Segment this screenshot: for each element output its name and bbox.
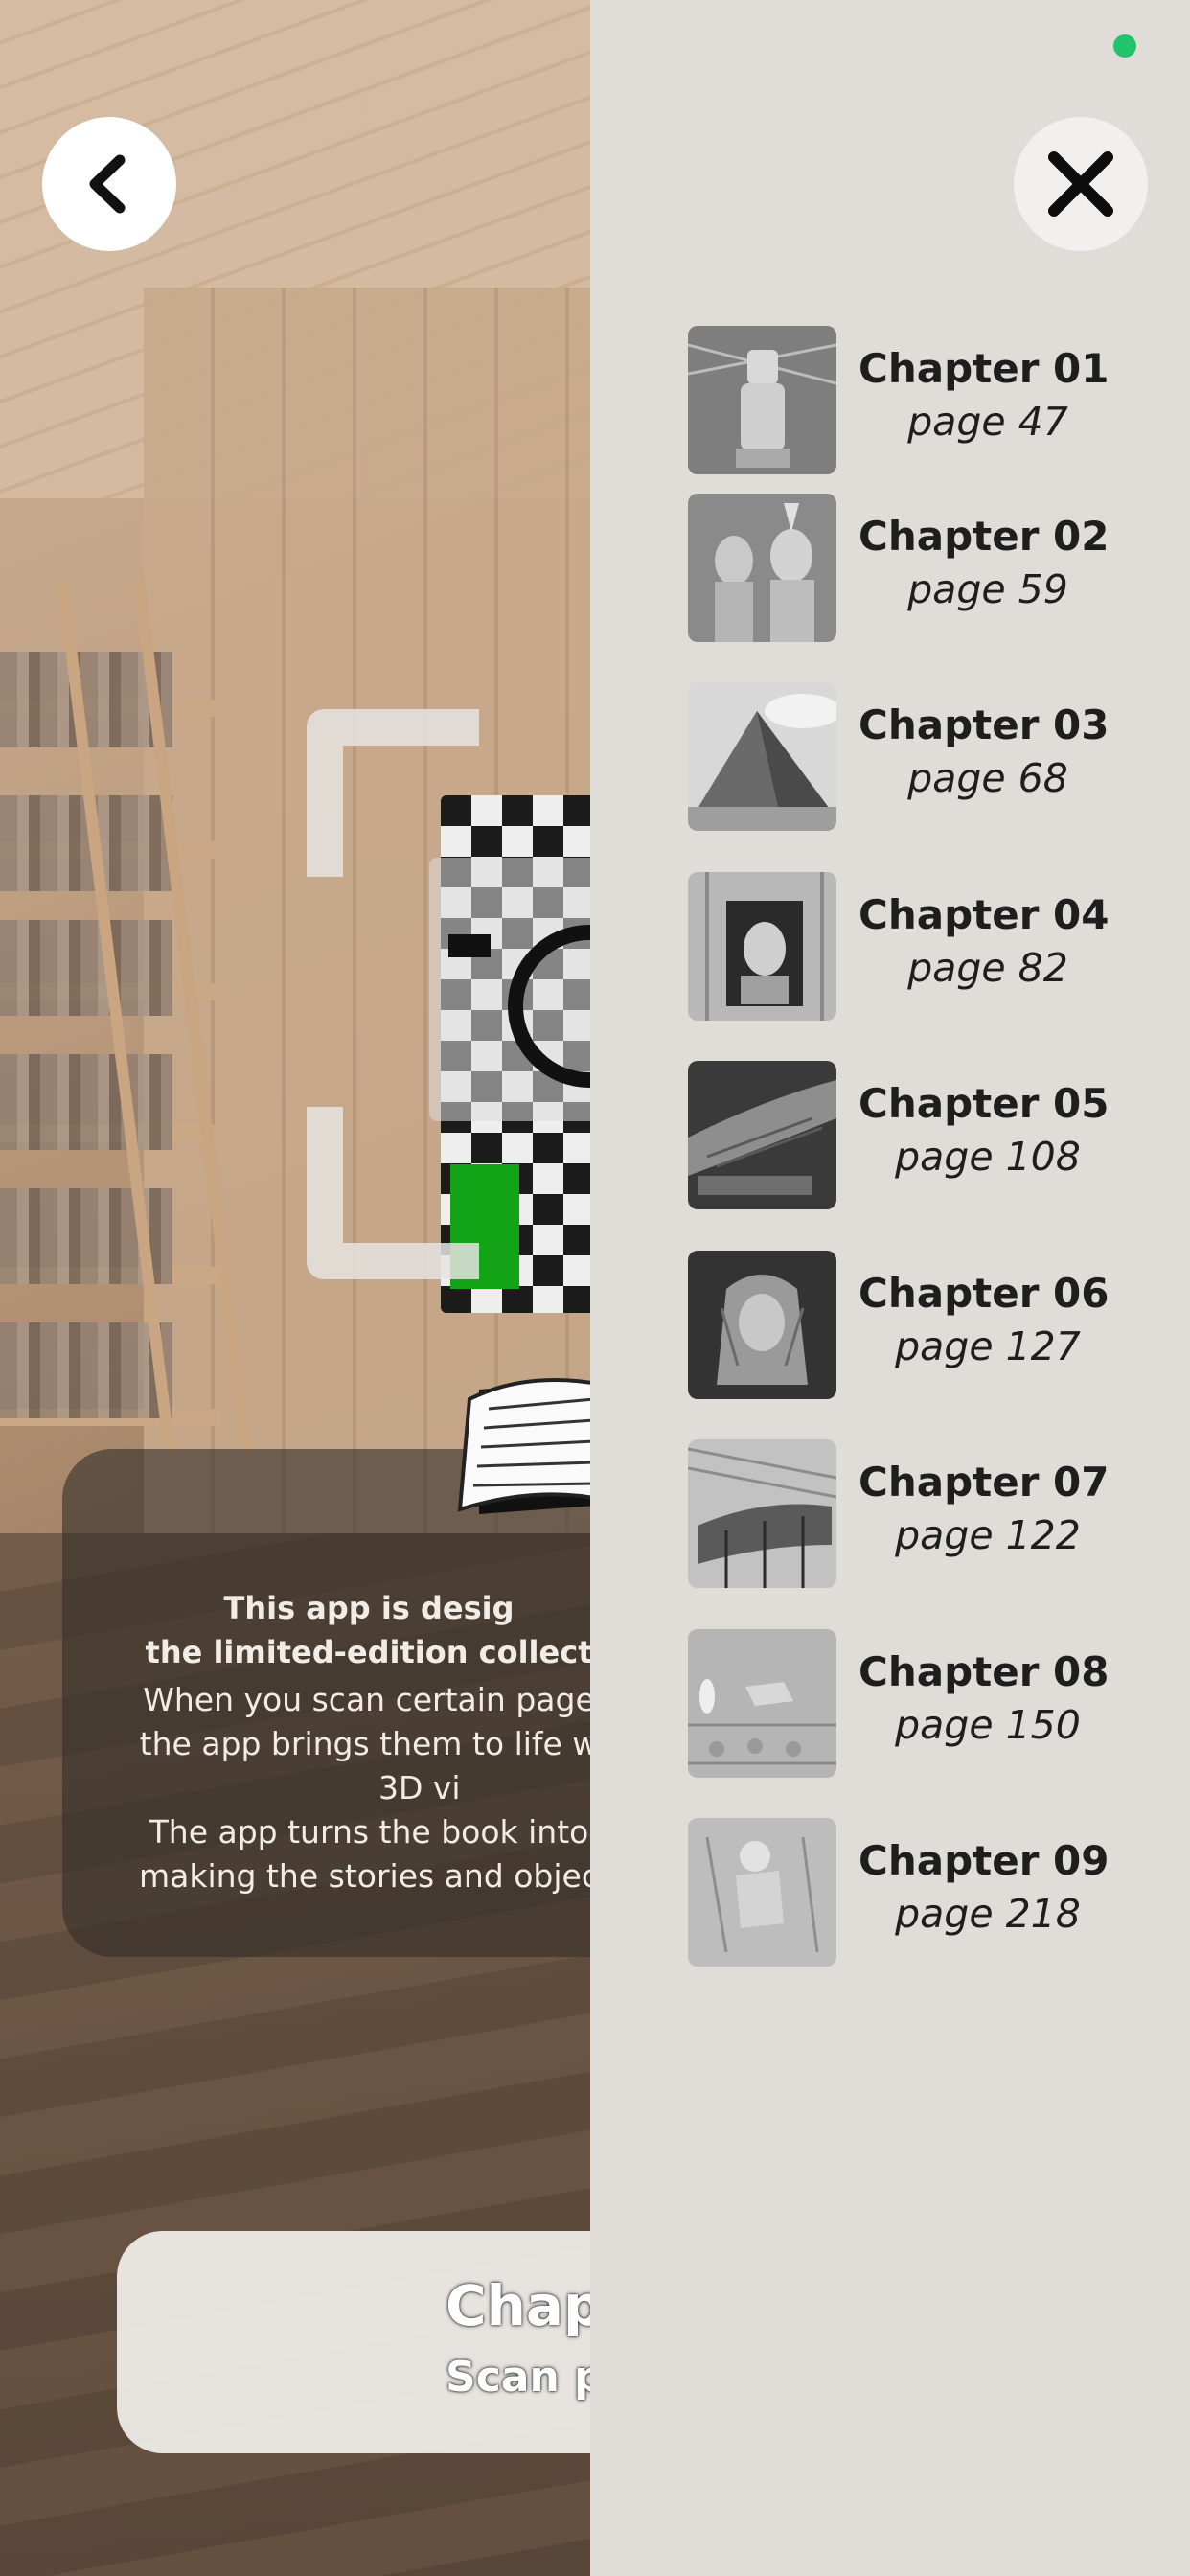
info-line: 3D vi xyxy=(378,1769,461,1806)
chapter-title: Chapter 02 xyxy=(858,513,1110,560)
status-indicator xyxy=(1113,34,1136,58)
chapter-item[interactable]: Chapter 03 page 68 xyxy=(688,682,1138,831)
chapter-title: Chapter 06 xyxy=(858,1270,1110,1317)
close-icon xyxy=(1048,151,1113,217)
camera-flash-icon xyxy=(448,934,491,957)
scan-frame-corner-top-left xyxy=(307,709,479,877)
chapter-title: Chapter 09 xyxy=(858,1837,1110,1884)
chapter-thumbnail xyxy=(688,1818,836,1966)
chapter-title: Chapter 07 xyxy=(858,1459,1110,1506)
shelf-books xyxy=(0,1322,172,1418)
chapter-thumbnail xyxy=(688,326,836,474)
info-text: This app is desig the limited-edition co… xyxy=(62,1586,675,1898)
shelf-books xyxy=(0,920,172,1016)
chapter-thumbnail xyxy=(688,682,836,831)
chapter-page: page 218 xyxy=(895,1891,1081,1937)
chevron-left-icon xyxy=(89,154,126,214)
info-bold-line: the limited-edition collect xyxy=(145,1634,593,1670)
chapter-page: page 122 xyxy=(895,1512,1081,1558)
chapter-thumbnail xyxy=(688,1061,836,1209)
chapter-item[interactable]: Chapter 04 page 82 xyxy=(688,872,1138,1021)
chapter-page: page 108 xyxy=(895,1134,1081,1180)
current-chapter-subtitle: Scan p xyxy=(446,2353,605,2402)
chapter-page: page 47 xyxy=(907,399,1068,445)
shelf-books xyxy=(0,1054,172,1150)
info-line: making the stories and objec xyxy=(138,1857,599,1895)
back-button[interactable] xyxy=(42,117,176,251)
chapter-title: Chapter 03 xyxy=(858,702,1110,748)
chapter-page: page 127 xyxy=(895,1323,1081,1369)
info-line: the app brings them to life w xyxy=(139,1725,599,1762)
chapter-page: page 82 xyxy=(907,945,1068,991)
chapter-item[interactable]: Chapter 07 page 122 xyxy=(688,1439,1138,1588)
info-line: When you scan certain page xyxy=(143,1681,595,1718)
chapter-thumbnail xyxy=(688,494,836,642)
chapter-thumbnail xyxy=(688,1439,836,1588)
chapter-item[interactable]: Chapter 06 page 127 xyxy=(688,1251,1138,1399)
chapter-page: page 59 xyxy=(907,566,1068,612)
chapter-title: Chapter 01 xyxy=(858,345,1110,392)
info-bold-line: This app is desig xyxy=(223,1590,515,1626)
chapter-title: Chapter 04 xyxy=(858,891,1110,938)
chapter-item[interactable]: Chapter 08 page 150 xyxy=(688,1629,1138,1778)
chapter-item[interactable]: Chapter 09 page 218 xyxy=(688,1818,1138,1966)
open-book-icon xyxy=(457,1378,608,1514)
chapter-title: Chapter 05 xyxy=(858,1080,1110,1127)
chapter-item[interactable]: Chapter 02 page 59 xyxy=(688,494,1138,642)
chapter-thumbnail xyxy=(688,872,836,1021)
chapter-thumbnail xyxy=(688,1629,836,1778)
chapter-item[interactable]: Chapter 01 page 47 xyxy=(688,326,1138,474)
scan-frame-corner-bottom-left xyxy=(307,1107,479,1279)
info-line: The app turns the book into xyxy=(149,1813,589,1851)
chapter-page: page 150 xyxy=(895,1702,1081,1748)
chapter-item[interactable]: Chapter 05 page 108 xyxy=(688,1061,1138,1209)
close-button[interactable] xyxy=(1014,117,1148,251)
chapter-thumbnail xyxy=(688,1251,836,1399)
chapter-page: page 68 xyxy=(907,755,1068,801)
chapter-title: Chapter 08 xyxy=(858,1648,1110,1695)
